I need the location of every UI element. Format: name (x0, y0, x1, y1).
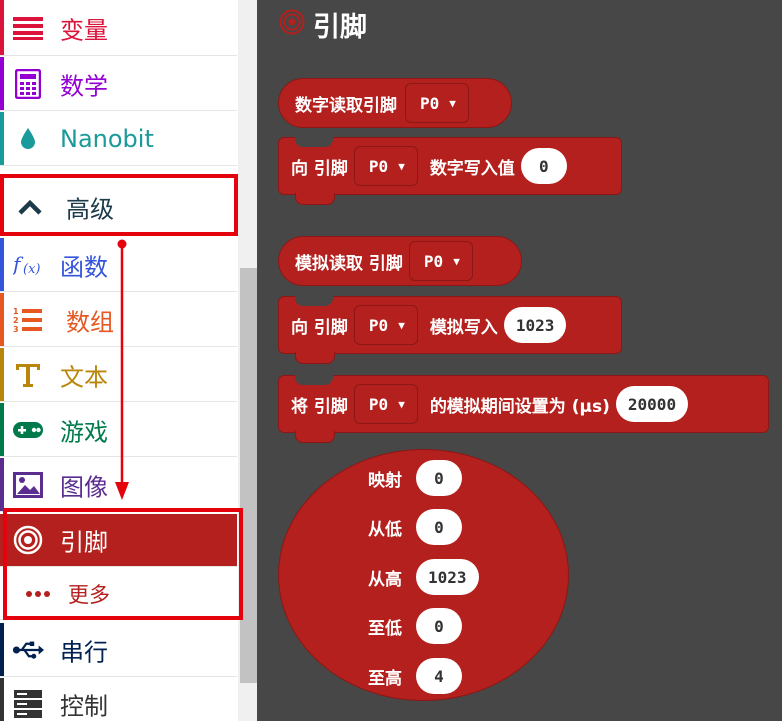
pin-dropdown[interactable]: P0 ▼ (405, 83, 469, 123)
svg-text:3: 3 (13, 325, 19, 334)
category-label: 控制 (60, 692, 108, 721)
category-math[interactable]: 数学 (0, 57, 237, 111)
value-input[interactable]: 0 (520, 148, 567, 184)
image-icon (12, 469, 44, 501)
category-label: 文本 (60, 363, 108, 391)
analog-read-block[interactable]: 模拟读取 引脚 P0 ▼ (278, 236, 522, 286)
value-input[interactable]: 0 (416, 509, 462, 545)
category-variables[interactable]: 变量 (0, 0, 237, 56)
block-text: 模拟读取 引脚 (295, 253, 403, 274)
block-text: 将 引脚 (291, 396, 348, 417)
pin-icon (279, 9, 305, 39)
svg-text:2: 2 (13, 316, 19, 325)
pin-dropdown[interactable]: P0 ▼ (408, 241, 473, 281)
block-text: 至低 (368, 618, 402, 639)
pin-value: P0 (368, 315, 389, 335)
pin-value: P0 (368, 394, 389, 414)
analog-set-period-block[interactable]: 将 引脚 P0 ▼ 的模拟期间设置为 (μs) 20000 (278, 375, 769, 443)
category-serial[interactable]: 串行 (0, 623, 237, 677)
map-row-to-low: 至低 0 (368, 608, 462, 644)
annotation-arrow-icon (115, 239, 129, 500)
block-text: 至高 (368, 668, 402, 689)
highlight-pins-box (3, 508, 243, 620)
function-icon: f (x) (12, 249, 44, 281)
map-row-to-high: 至高 4 (368, 658, 462, 694)
caret-down-icon: ▼ (398, 397, 405, 411)
flyout-heading: 引脚 (279, 4, 367, 44)
value-input[interactable]: 20000 (615, 386, 689, 422)
server-icon (12, 688, 44, 720)
caret-down-icon: ▼ (398, 318, 405, 332)
gamepad-icon (12, 414, 44, 446)
text-icon (12, 359, 44, 391)
category-label: 数学 (60, 72, 108, 100)
caret-down-icon: ▼ (453, 254, 460, 268)
toolbox-scrollbar-thumb[interactable] (240, 268, 257, 683)
pin-dropdown[interactable]: P0 ▼ (353, 305, 418, 345)
pin-value: P0 (420, 93, 440, 113)
usb-icon (12, 634, 44, 666)
block-text: 数字读取引脚 (295, 95, 397, 116)
value-input[interactable]: 1023 (416, 559, 479, 595)
value-input[interactable]: 0 (416, 608, 462, 644)
category-label: 图像 (60, 473, 108, 501)
category-label: 变量 (60, 16, 108, 44)
svg-text:1: 1 (13, 307, 19, 316)
block-text: 从低 (368, 519, 402, 540)
value-input[interactable]: 4 (416, 658, 462, 694)
list-icon: 123 (12, 304, 44, 336)
block-text: 的模拟期间设置为 (μs) (429, 396, 610, 417)
category-control[interactable]: 控制 (0, 678, 237, 721)
digital-write-block[interactable]: 向 引脚 P0 ▼ 数字写入值 0 (278, 137, 622, 205)
value-input[interactable]: 1023 (503, 307, 567, 343)
block-text: 映射 (368, 470, 402, 491)
calculator-icon (12, 68, 44, 100)
pin-value: P0 (368, 156, 389, 176)
block-text: 向 引脚 (291, 158, 348, 179)
category-label: 串行 (60, 638, 108, 666)
category-label: Nanobit (60, 124, 154, 153)
variable-icon (12, 12, 44, 44)
flyout-title: 引脚 (313, 11, 367, 43)
block-text: 模拟写入 (429, 317, 498, 338)
category-label: 游戏 (60, 418, 108, 446)
caret-down-icon: ▼ (398, 159, 405, 173)
category-label: 函数 (60, 253, 108, 281)
svg-text:(x): (x) (23, 262, 40, 277)
map-row-value: 映射 0 (368, 460, 462, 496)
drop-icon (12, 123, 44, 155)
analog-write-block[interactable]: 向 引脚 P0 ▼ 模拟写入 1023 (278, 296, 622, 364)
category-nanobit[interactable]: Nanobit (0, 112, 237, 166)
caret-down-icon: ▼ (449, 96, 456, 110)
pin-dropdown[interactable]: P0 ▼ (353, 384, 418, 424)
pin-value: P0 (423, 251, 444, 271)
map-row-from-low: 从低 0 (368, 509, 462, 545)
pin-dropdown[interactable]: P0 ▼ (353, 146, 418, 186)
highlight-advanced-box (0, 174, 238, 236)
block-text: 向 引脚 (291, 317, 348, 338)
digital-read-block[interactable]: 数字读取引脚 P0 ▼ (278, 78, 512, 128)
block-text: 数字写入值 (429, 158, 515, 179)
map-row-from-high: 从高 1023 (368, 559, 479, 595)
value-input[interactable]: 0 (416, 460, 462, 496)
category-label: 数组 (66, 308, 114, 336)
block-text: 从高 (368, 569, 402, 590)
